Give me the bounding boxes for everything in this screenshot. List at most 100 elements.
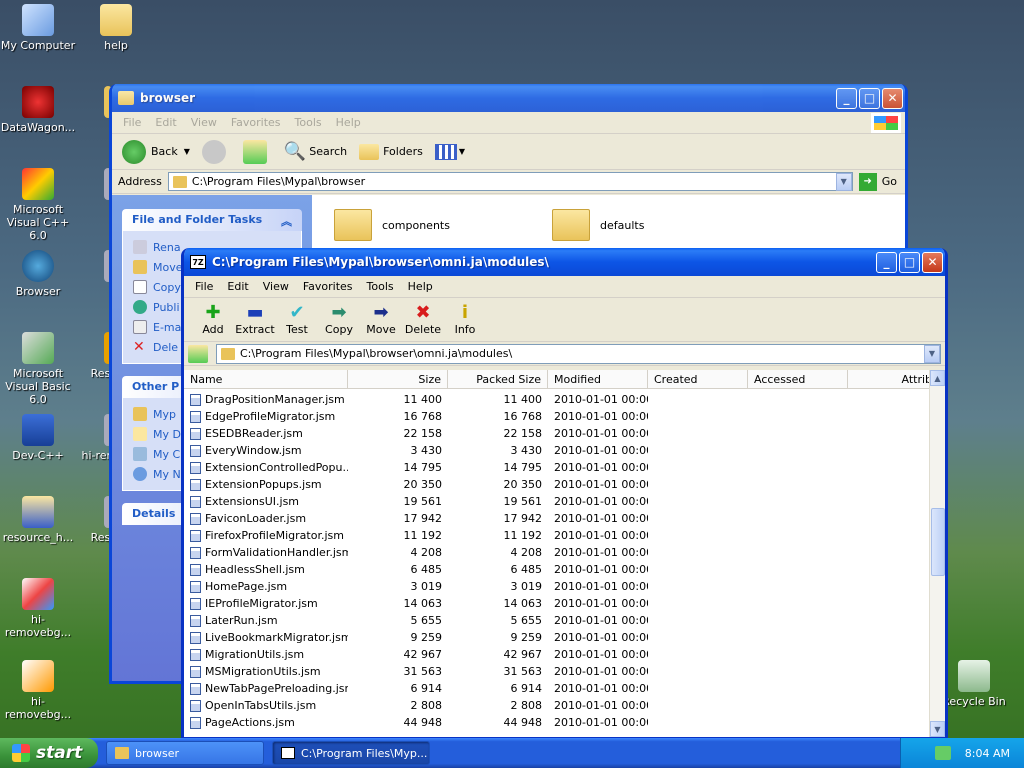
desktop-icon-hi-removebg-1[interactable]: hi-removebg...	[0, 578, 78, 639]
folder-item[interactable]: components	[334, 209, 450, 241]
address-dropdown-button[interactable]: ▼	[835, 172, 852, 191]
menu-edit[interactable]: Edit	[148, 116, 183, 129]
collapse-icon[interactable]: ︽	[281, 213, 292, 229]
task-label: C:\Program Files\Myp...	[301, 746, 428, 760]
table-row[interactable]: ESEDBReader.jsm 22 158 22 158 2010-01-01 00…	[184, 425, 929, 442]
table-row[interactable]: FormValidationHandler.jsm 4 208 4 208 2010-…	[184, 544, 929, 561]
start-button[interactable]: start	[0, 738, 98, 768]
table-row[interactable]: NewTabPagePreloading.jsm 6 914 6 914 2010-0…	[184, 680, 929, 697]
cell-size: 6 914	[410, 682, 443, 695]
extract-button[interactable]: ▬ Extract	[234, 303, 276, 337]
go-button[interactable]: ➜ Go	[858, 172, 897, 191]
menu-view[interactable]: View	[256, 280, 296, 293]
sevenzip-window[interactable]: 7Z C:\Program Files\Mypal\browser\omni.j…	[181, 248, 948, 740]
info-button[interactable]: i Info	[444, 303, 486, 337]
table-row[interactable]: FaviconLoader.jsm 17 942 17 942 2010-01-01 …	[184, 510, 929, 527]
cell-modified: 2010-01-01 00:00	[554, 614, 648, 627]
scroll-up-button[interactable]: ▲	[930, 370, 945, 386]
table-row[interactable]: ExtensionsUI.jsm 19 561 19 561 2010-01-01 0…	[184, 493, 929, 510]
desktop-icon-datawagon[interactable]: DataWagon...	[0, 86, 78, 134]
file-list[interactable]: Name Size Packed Size Modified Created A…	[184, 370, 945, 737]
cell-size: 14 795	[403, 461, 443, 474]
close-button[interactable]: ✕	[882, 87, 903, 109]
menu-file[interactable]: File	[188, 280, 220, 293]
folder-icon	[115, 747, 129, 759]
desktop-icon-vb6[interactable]: Microsoft Visual Basic 6.0	[0, 332, 78, 406]
search-button[interactable]: 🔍 Search	[284, 141, 347, 162]
address-input[interactable]: C:\Program Files\Mypal\browser ▼	[167, 172, 853, 191]
desktop-icon-devcpp[interactable]: Dev-C++	[0, 414, 78, 462]
table-row[interactable]: HomePage.jsm 3 019 3 019 2010-01-01 00:00	[184, 578, 929, 595]
table-row[interactable]: EveryWindow.jsm 3 430 3 430 2010-01-01 00:0…	[184, 442, 929, 459]
column-accessed[interactable]: Accessed	[748, 370, 848, 388]
desktop-icon-my-computer[interactable]: My Computer	[0, 4, 78, 52]
panel-header[interactable]: File and Folder Tasks ︽	[122, 209, 302, 231]
sevenzip-titlebar[interactable]: 7Z C:\Program Files\Mypal\browser\omni.j…	[184, 248, 945, 276]
table-row[interactable]: MigrationUtils.jsm 42 967 42 967 2010-01-01…	[184, 646, 929, 663]
table-row[interactable]: MSMigrationUtils.jsm 31 563 31 563 2010-01-…	[184, 663, 929, 680]
table-row[interactable]: HeadlessShell.jsm 6 485 6 485 2010-01-01 00…	[184, 561, 929, 578]
path-dropdown-button[interactable]: ▼	[924, 344, 940, 363]
copy-icon	[133, 280, 147, 294]
menu-file[interactable]: File	[116, 116, 148, 129]
desktop-icon-hi-removebg-2[interactable]: hi-removebg...	[0, 660, 78, 721]
clock[interactable]: 8:04 AM	[965, 747, 1010, 760]
menu-tools[interactable]: Tools	[288, 116, 329, 129]
menu-favorites[interactable]: Favorites	[224, 116, 288, 129]
menu-tools[interactable]: Tools	[360, 280, 401, 293]
column-packed-size[interactable]: Packed Size	[448, 370, 548, 388]
table-row[interactable]: DragPositionManager.jsm 11 400 11 400 2010-…	[184, 391, 929, 408]
desktop-icon-msvc[interactable]: Microsoft Visual C++ 6.0	[0, 168, 78, 242]
vertical-scrollbar[interactable]: ▲ ▼	[929, 370, 945, 737]
views-button[interactable]: ▼	[434, 143, 465, 160]
table-row[interactable]: ExtensionControlledPopu... 14 795 14 795 20…	[184, 459, 929, 476]
taskbar-item-sevenzip[interactable]: C:\Program Files\Myp...	[272, 741, 430, 765]
column-created[interactable]: Created	[648, 370, 748, 388]
menu-help[interactable]: Help	[401, 280, 440, 293]
table-row[interactable]: EdgeProfileMigrator.jsm 16 768 16 768 2010-…	[184, 408, 929, 425]
column-modified[interactable]: Modified	[548, 370, 648, 388]
move-button[interactable]: ➡ Move	[360, 303, 402, 337]
browser-icon	[22, 250, 54, 282]
desktop-icon-help[interactable]: help	[76, 4, 156, 52]
menu-view[interactable]: View	[184, 116, 224, 129]
menu-favorites[interactable]: Favorites	[296, 280, 360, 293]
desktop-icon-browser[interactable]: Browser	[0, 250, 78, 298]
taskbar-item-browser[interactable]: browser	[106, 741, 264, 765]
path-input[interactable]: C:\Program Files\Mypal\browser\omni.ja\m…	[216, 343, 941, 364]
minimize-button[interactable]: _	[876, 251, 897, 273]
column-name[interactable]: Name	[184, 370, 348, 388]
column-size[interactable]: Size	[348, 370, 448, 388]
cell-name: IEProfileMigrator.jsm	[184, 597, 348, 610]
delete-button[interactable]: ✖ Delete	[402, 303, 444, 337]
folder-item[interactable]: defaults	[552, 209, 644, 241]
scroll-down-button[interactable]: ▼	[930, 721, 945, 737]
menu-help[interactable]: Help	[329, 116, 368, 129]
table-row[interactable]: LiveBookmarkMigrator.jsm 9 259 9 259 2010-0…	[184, 629, 929, 646]
explorer-titlebar[interactable]: browser _ □ ✕	[112, 84, 905, 112]
up-folder-button[interactable]	[242, 139, 272, 164]
table-row[interactable]: LaterRun.jsm 5 655 5 655 2010-01-01 00:00	[184, 612, 929, 629]
desktop-icon-resource-h[interactable]: resource_h...	[0, 496, 78, 544]
test-button[interactable]: ✔ Test	[276, 303, 318, 337]
add-button[interactable]: ✚ Add	[192, 303, 234, 337]
maximize-button[interactable]: □	[899, 251, 920, 273]
table-row[interactable]: PageActions.jsm 44 948 44 948 2010-01-01 00…	[184, 714, 929, 731]
menu-edit[interactable]: Edit	[220, 280, 255, 293]
table-row[interactable]: FirefoxProfileMigrator.jsm 11 192 11 192 20…	[184, 527, 929, 544]
forward-button[interactable]	[201, 139, 231, 164]
table-row[interactable]: ExtensionPopups.jsm 20 350 20 350 2010-01-0…	[184, 476, 929, 493]
safely-remove-icon[interactable]	[934, 746, 951, 760]
minimize-button[interactable]: _	[836, 87, 857, 109]
up-folder-button[interactable]	[188, 344, 208, 363]
toolbar-label: Test	[286, 323, 308, 336]
back-button[interactable]: Back ▼	[122, 139, 190, 164]
table-row[interactable]: IEProfileMigrator.jsm 14 063 14 063 2010-01…	[184, 595, 929, 612]
scroll-thumb[interactable]	[931, 508, 945, 576]
maximize-button[interactable]: □	[859, 87, 880, 109]
close-button[interactable]: ✕	[922, 251, 943, 273]
toolbar-label: Move	[366, 323, 396, 336]
copy-button[interactable]: ➡ Copy	[318, 303, 360, 337]
table-row[interactable]: OpenInTabsUtils.jsm 2 808 2 808 2010-01-01 …	[184, 697, 929, 714]
folders-button[interactable]: Folders	[359, 143, 423, 160]
